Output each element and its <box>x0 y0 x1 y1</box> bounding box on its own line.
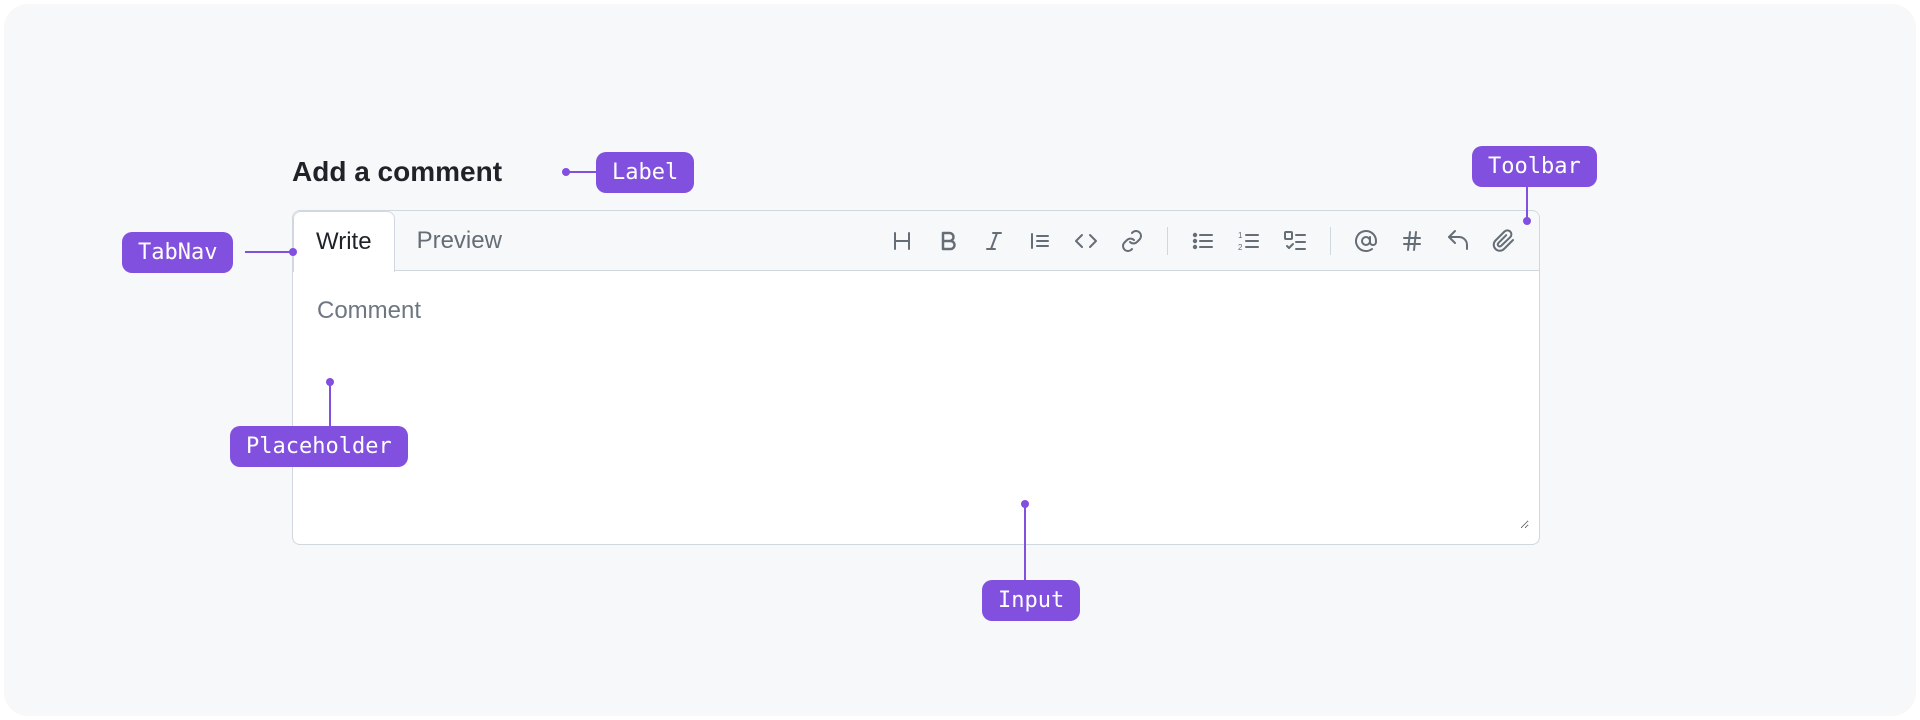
tab-preview[interactable]: Preview <box>394 211 525 271</box>
editor-label: Add a comment <box>292 156 1540 188</box>
link-icon[interactable] <box>1111 220 1153 262</box>
comment-input[interactable] <box>303 281 1529 529</box>
mention-icon[interactable] <box>1345 220 1387 262</box>
bulleted-list-icon[interactable] <box>1182 220 1224 262</box>
annotation-connector <box>1526 184 1528 222</box>
reply-icon[interactable] <box>1437 220 1479 262</box>
toolbar-separator <box>1330 227 1331 255</box>
tab-nav: Write Preview <box>293 211 1539 271</box>
quote-icon[interactable] <box>1019 220 1061 262</box>
annotation-connector <box>566 171 596 173</box>
toolbar-separator <box>1167 227 1168 255</box>
italic-icon[interactable] <box>973 220 1015 262</box>
formatting-toolbar: 12 <box>881 220 1525 262</box>
editor-box: Write Preview <box>292 210 1540 545</box>
tab-write[interactable]: Write <box>293 211 395 272</box>
annotation-connector <box>245 251 293 253</box>
annotation-toolbar: Toolbar <box>1472 146 1597 187</box>
numbered-list-icon[interactable]: 12 <box>1228 220 1270 262</box>
attach-icon[interactable] <box>1483 220 1525 262</box>
annotation-input: Input <box>982 580 1080 621</box>
reference-icon[interactable] <box>1391 220 1433 262</box>
task-list-icon[interactable] <box>1274 220 1316 262</box>
annotation-tabnav: TabNav <box>122 232 233 273</box>
annotation-connector <box>1024 504 1026 580</box>
input-area <box>293 271 1539 544</box>
annotation-connector <box>329 382 331 426</box>
annotation-placeholder: Placeholder <box>230 426 408 467</box>
markdown-editor: Add a comment Write Preview <box>292 156 1540 545</box>
annotation-label: Label <box>596 152 694 193</box>
svg-text:1: 1 <box>1238 231 1243 240</box>
svg-text:2: 2 <box>1238 243 1243 252</box>
canvas: Add a comment Write Preview <box>4 4 1916 716</box>
heading-icon[interactable] <box>881 220 923 262</box>
code-icon[interactable] <box>1065 220 1107 262</box>
bold-icon[interactable] <box>927 220 969 262</box>
